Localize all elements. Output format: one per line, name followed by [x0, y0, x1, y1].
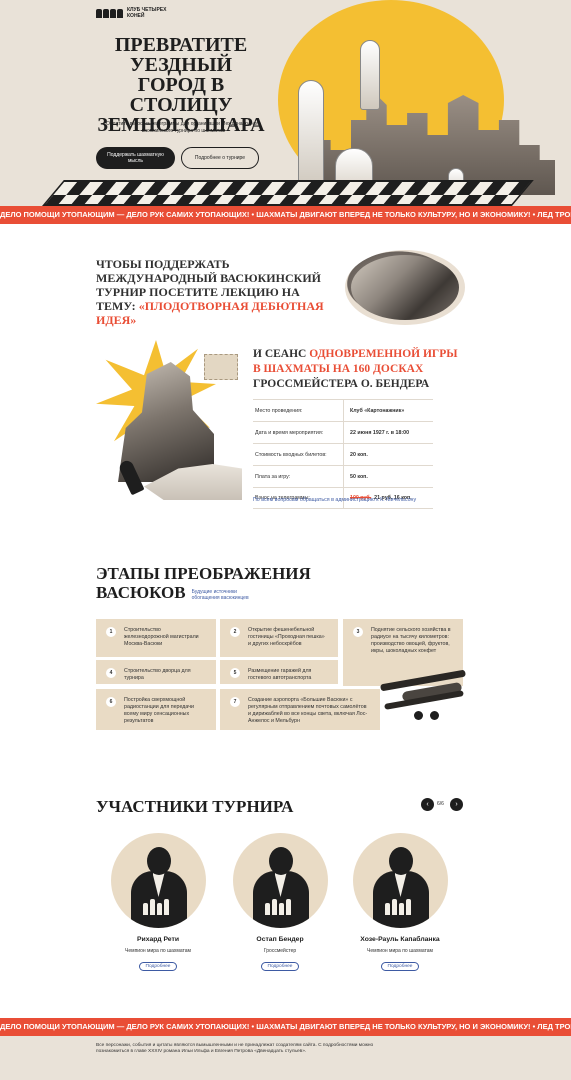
logo-text: КЛУБ ЧЕТЫРЕХ КОНЕЙ — [127, 7, 167, 19]
participant-name: Остап Бендер — [256, 936, 304, 943]
stage-number: 5 — [230, 668, 240, 678]
chess-players-photo — [345, 250, 465, 325]
biplane-illustration — [378, 667, 468, 725]
info-value: 20 коп. — [343, 444, 433, 465]
info-row-ticket-price: Стоимость входных билетов: 20 коп. — [253, 443, 433, 465]
ticker-text: ДЕЛО ПОМОЩИ УТОПАЮЩИМ — ДЕЛО РУК САМИХ У… — [0, 1022, 571, 1031]
stage-number: 6 — [106, 697, 116, 707]
info-row-venue: Место проведения: Клуб «Картонажник» — [253, 399, 433, 421]
participant-details-button[interactable]: Подробнее — [380, 962, 420, 971]
ticker-top: ДЕЛО ПОМОЩИ УТОПАЮЩИМ — ДЕЛО РУК САМИХ У… — [0, 206, 571, 224]
stage-number: 7 — [230, 697, 240, 707]
stage-card: 4 Строительство дворца для турнира — [96, 660, 216, 684]
chevron-right-icon: › — [455, 801, 458, 808]
ticker-text: ДЕЛО ПОМОЩИ УТОПАЮЩИМ — ДЕЛО РУК САМИХ У… — [0, 210, 571, 219]
hero-subtitle: Оплатите взнос на телеграммы для организ… — [106, 121, 261, 134]
info-value: Клуб «Картонажник» — [343, 400, 433, 421]
footer: Все персонажи, события и цитаты являются… — [0, 1036, 571, 1080]
knights-logo-icon — [96, 8, 123, 18]
stage-card: 5 Размещение гаражей для гостевого автот… — [220, 660, 338, 684]
info-label: Дата и время мероприятия: — [255, 429, 324, 436]
participant-details-button[interactable]: Подробнее — [260, 962, 300, 971]
participants-title: УЧАСТНИКИ ТУРНИРА — [96, 797, 294, 816]
info-label: Плата за игру: — [255, 473, 291, 480]
stages-title-line2: ВАСЮКОВ — [96, 583, 186, 602]
participant-role: Чемпион мира по шахматам — [367, 948, 433, 954]
support-button[interactable]: Поддержать шахматную мысль — [96, 147, 175, 169]
grandmaster-collage — [96, 340, 242, 500]
carousel-next-button[interactable]: › — [450, 798, 463, 811]
chessboard-illustration — [42, 180, 534, 206]
stage-text: Открытие фешенебельной гостиницы «Проход… — [248, 627, 325, 647]
ticker-bottom: ДЕЛО ПОМОЩИ УТОПАЮЩИМ — ДЕЛО РУК САМИХ У… — [0, 1018, 571, 1036]
contact-note-link[interactable]: По всем вопросам обращаться в администра… — [253, 497, 473, 503]
participant-card: Остап Бендер Гроссмейстер Подробнее — [230, 833, 330, 972]
participant-name: Рихард Рети — [136, 936, 180, 943]
seance-title: И СЕАНС ОДНОВРЕМЕННОЙ ИГРЫ В ШАХМАТЫ НА … — [253, 347, 463, 392]
hero-title: ПРЕВРАТИТЕ УЕЗДНЫЙ ГОРОД В СТОЛИЦУ ЗЕМНО… — [97, 34, 265, 136]
tournament-details-button[interactable]: Подробнее о турнире — [181, 147, 259, 169]
hero-section: КЛУБ ЧЕТЫРЕХ КОНЕЙ ПРЕВРАТИТЕ УЕЗДНЫЙ ГО… — [0, 0, 571, 213]
participant-avatar — [352, 833, 448, 928]
stage-number: 2 — [230, 627, 240, 637]
stage-text: Создание аэропорта «Большие Васюки» с ре… — [248, 697, 368, 724]
participant-role: Чемпион мира по шахматам — [125, 948, 191, 954]
logo[interactable]: КЛУБ ЧЕТЫРЕХ КОНЕЙ — [96, 7, 177, 19]
lecture-title: ЧТОБЫ ПОДДЕРЖАТЬ МЕЖДУНАРОДНЫЙ ВАСЮКИНСК… — [96, 257, 336, 327]
stage-card: 6 Постройка сверхмощной радиостанции для… — [96, 689, 216, 730]
participant-card: Рихард Рети Чемпион мира по шахматам Под… — [108, 833, 208, 972]
footer-disclaimer: Все персонажи, события и цитаты являются… — [96, 1043, 374, 1054]
stage-text: Постройка сверхмощной радиостанции для п… — [124, 697, 194, 724]
stage-text: Строительство дворца для турнира — [124, 668, 191, 681]
participant-role: Гроссмейстер — [263, 948, 297, 954]
carousel-prev-button[interactable]: ‹ — [421, 798, 434, 811]
info-row-datetime: Дата и время мероприятия: 22 июня 1927 г… — [253, 421, 433, 443]
carousel-counter: 6/6 — [437, 801, 444, 807]
chess-king-icon — [360, 40, 380, 110]
stages-title-line1: ЭТАПЫ ПРЕОБРАЖЕНИЯ — [96, 564, 311, 583]
stage-number: 3 — [353, 627, 363, 637]
participant-name: Хозе-Рауль Капабланка — [360, 936, 440, 943]
stage-card: 1 Строительство железнодорожной магистра… — [96, 619, 216, 657]
seance-title-prefix: И СЕАНС — [253, 348, 307, 360]
event-info-table: Место проведения: Клуб «Картонажник» Дат… — [253, 399, 433, 509]
participant-details-button[interactable]: Подробнее — [138, 962, 178, 971]
stages-note: Будущие источники обогащения васюкинцев — [191, 589, 249, 601]
seance-title-suffix: ГРОССМЕЙСТЕРА О. БЕНДЕРА — [253, 378, 430, 390]
stages-title: ЭТАПЫ ПРЕОБРАЖЕНИЯ ВАСЮКОВ Будущие источ… — [96, 564, 311, 602]
info-value: 22 июня 1927 г. в 18:00 — [343, 422, 433, 443]
info-value: 50 коп. — [343, 466, 433, 487]
stage-number: 1 — [106, 627, 116, 637]
participant-card: Хозе-Рауль Капабланка Чемпион мира по ша… — [350, 833, 450, 972]
info-label: Стоимость входных билетов: — [255, 451, 327, 458]
stage-card: 2 Открытие фешенебельной гостиницы «Прох… — [220, 619, 338, 657]
stage-text: Строительство железнодорожной магистрали… — [124, 627, 199, 647]
banknote-image — [204, 354, 238, 380]
participant-avatar — [110, 833, 206, 928]
chess-queen-icon — [298, 80, 324, 190]
chevron-left-icon: ‹ — [426, 801, 429, 808]
info-label: Место проведения: — [255, 407, 303, 414]
participant-avatar — [232, 833, 328, 928]
stage-number: 4 — [106, 668, 116, 678]
stage-text: Размещение гаражей для гостевого автотра… — [248, 668, 312, 681]
stage-card: 7 Создание аэропорта «Большие Васюки» с … — [220, 689, 380, 730]
info-row-game-fee: Плата за игру: 50 коп. — [253, 465, 433, 487]
